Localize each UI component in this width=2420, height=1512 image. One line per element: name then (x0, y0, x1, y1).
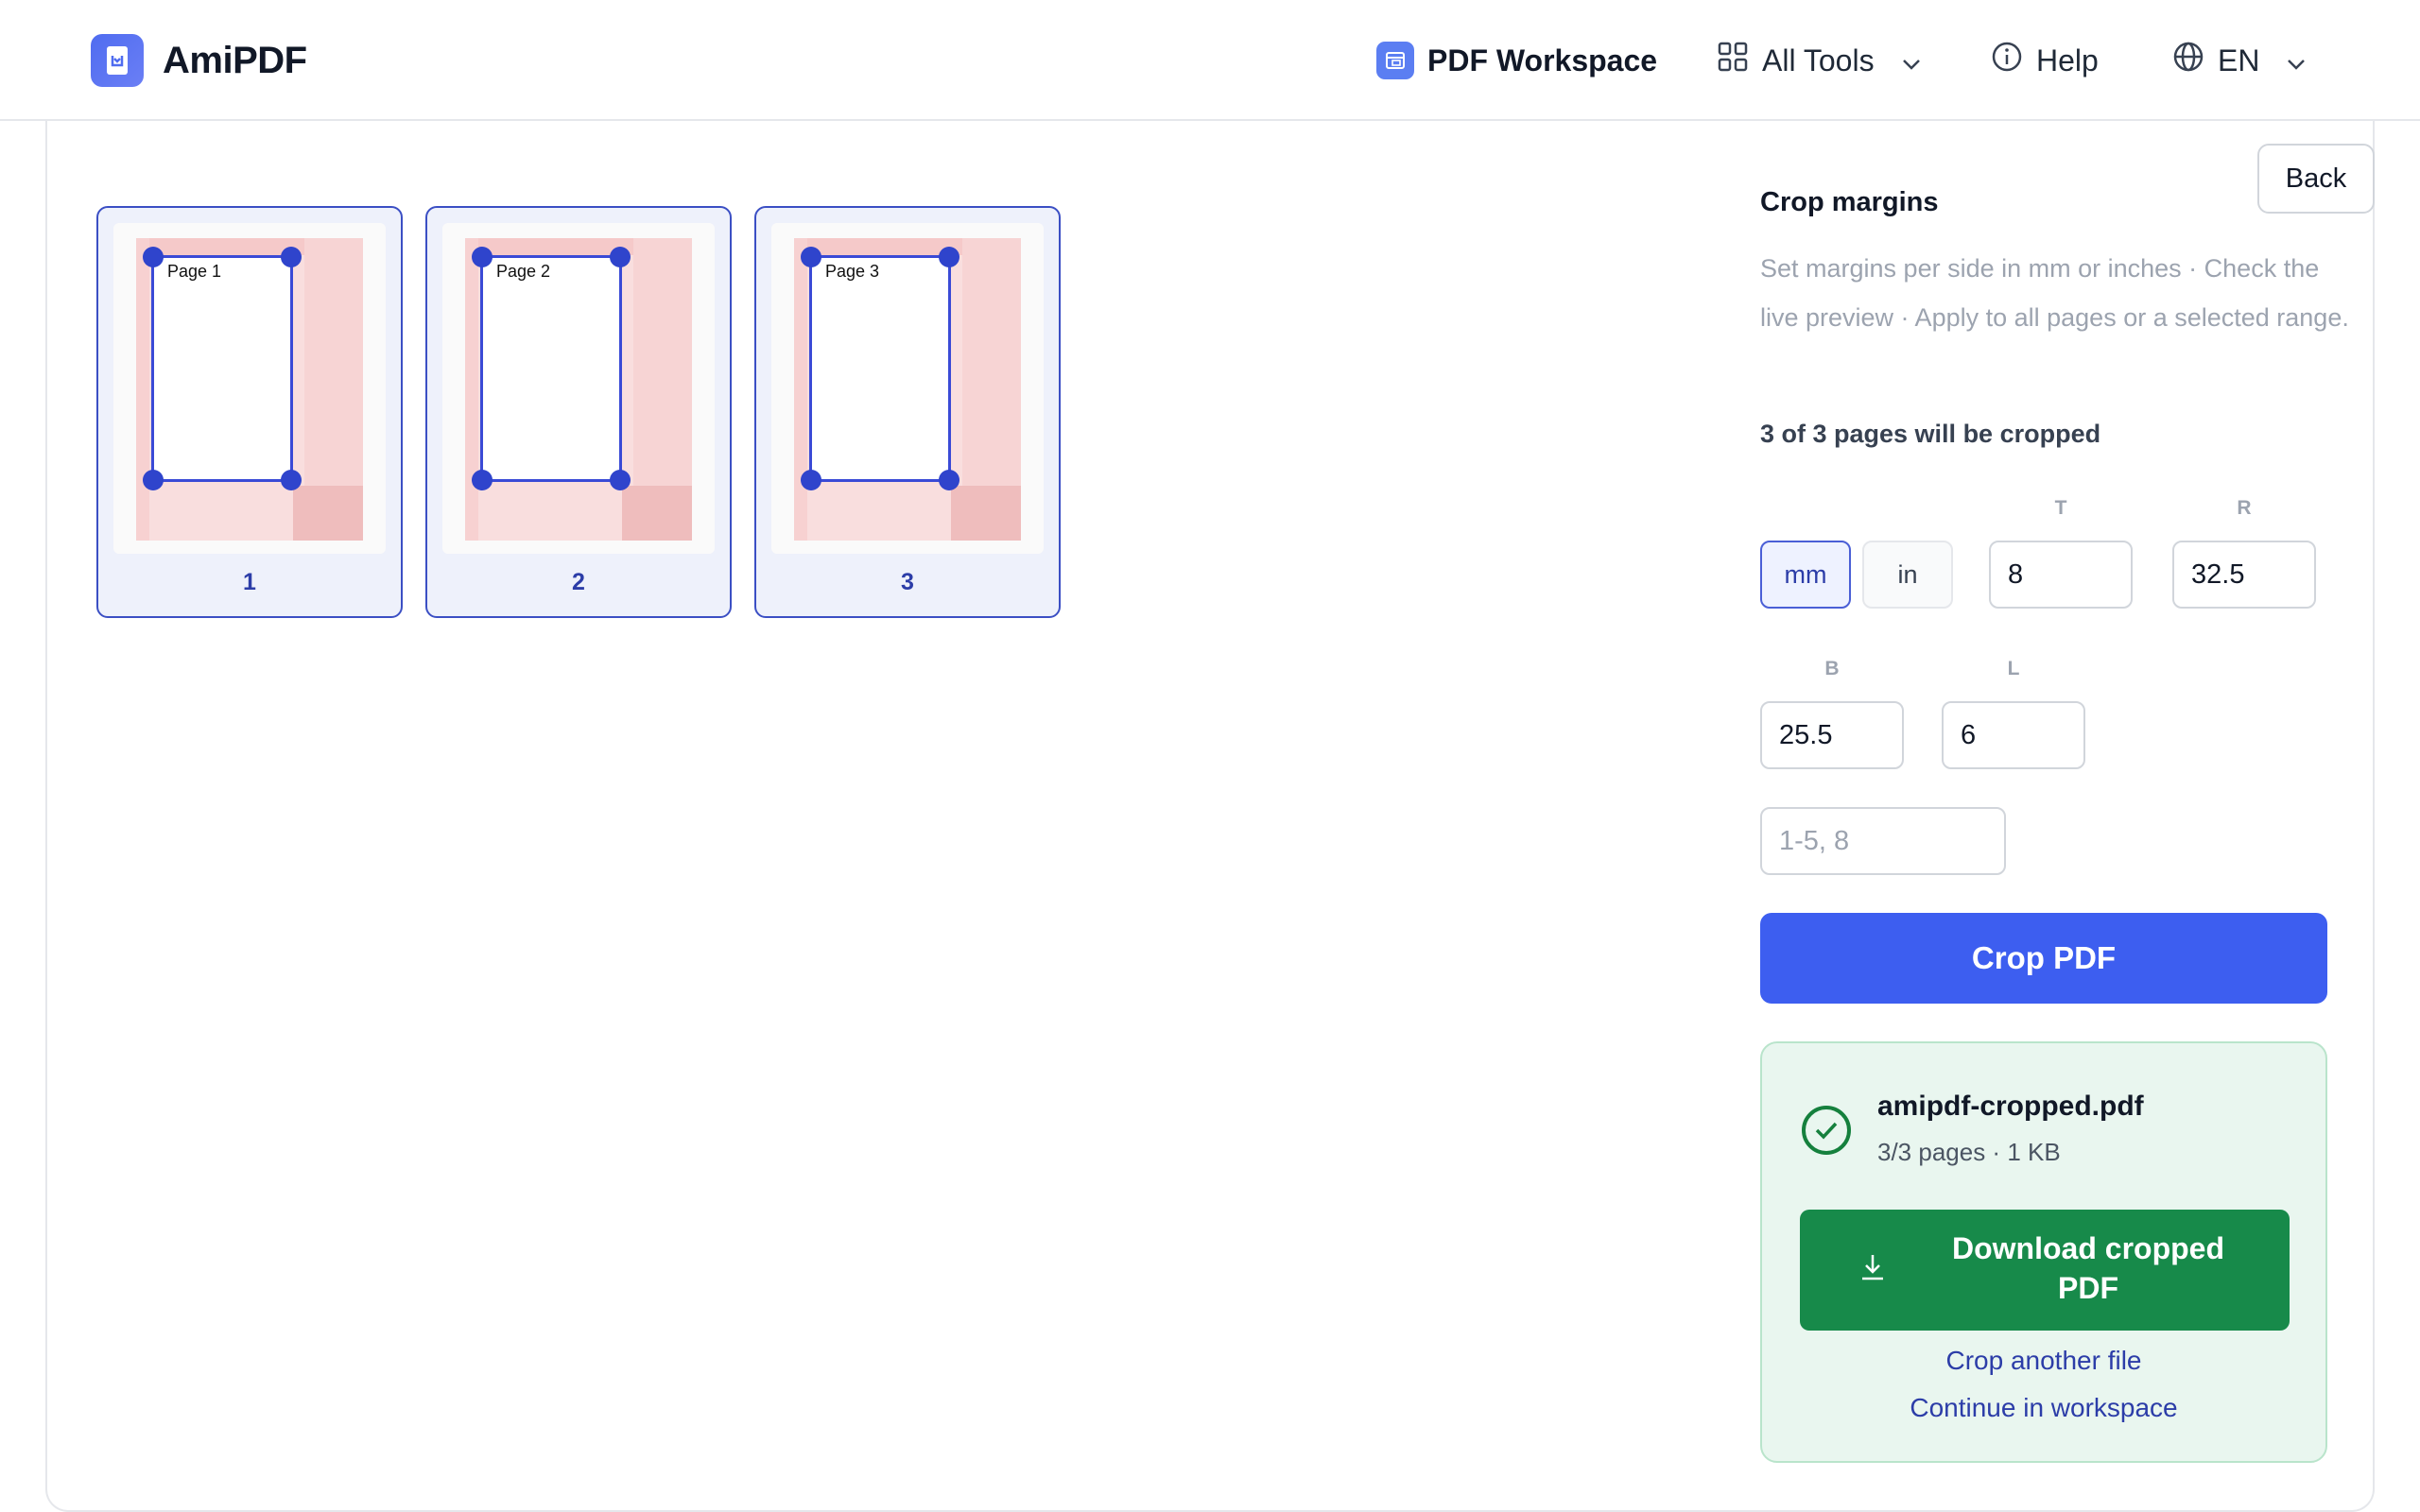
result-meta: 3/3 pages · 1 KB (1877, 1138, 2061, 1166)
thumbnail-number: 3 (901, 569, 914, 595)
crop-handle[interactable] (281, 247, 302, 267)
download-label: Download cropped PDF (1952, 1231, 2224, 1305)
page-preview: Page 2 (465, 238, 692, 541)
crop-handle[interactable] (801, 247, 821, 267)
top-header: AmiPDF PDF Workspace All Tools Help EN (0, 0, 2420, 121)
language-selector[interactable]: EN (2172, 34, 2307, 87)
thumbnail-number: 2 (572, 569, 585, 595)
crop-handle[interactable] (281, 470, 302, 490)
crop-handle[interactable] (610, 247, 631, 267)
unit-mm-button[interactable]: mm (1760, 541, 1851, 609)
download-button[interactable]: Download cropped PDF (1800, 1210, 2290, 1331)
page-thumbnail[interactable]: Page 3 3 (754, 206, 1061, 618)
page-preview: Page 1 (136, 238, 363, 541)
download-icon (1857, 1251, 1889, 1288)
chevron-down-icon (2286, 43, 2307, 78)
page-thumbnail[interactable]: Page 2 2 (425, 206, 732, 618)
crop-pdf-button[interactable]: Crop PDF (1760, 913, 2327, 1004)
language-label: EN (2218, 43, 2260, 77)
grid-icon (1717, 41, 1749, 80)
top-margin-label: T (2054, 497, 2067, 519)
crop-handle[interactable] (801, 470, 821, 490)
crop-another-link[interactable]: Crop another file (1762, 1346, 2325, 1376)
nav-workspace-label: PDF Workspace (1427, 43, 1658, 77)
amipdf-logo-icon (91, 34, 144, 87)
top-margin-input[interactable]: 8 (1989, 541, 2133, 609)
page-range-input[interactable]: 1-5, 8 (1760, 807, 2006, 875)
nav-all-tools-label: All Tools (1762, 43, 1875, 77)
crop-box[interactable]: Page 1 (143, 247, 302, 490)
thumbnail-canvas: Page 1 (113, 223, 386, 554)
page-label: Page 3 (825, 262, 880, 281)
page-preview: Page 3 (794, 238, 1021, 541)
nav-all-tools[interactable]: All Tools (1717, 34, 1922, 87)
page-thumbnail[interactable]: Page 1 1 (96, 206, 403, 618)
nav-pdf-workspace[interactable]: PDF Workspace (1376, 34, 1657, 87)
left-margin-label: L (2007, 658, 2020, 679)
crop-box[interactable]: Page 3 (801, 247, 959, 490)
unit-in-button[interactable]: in (1862, 541, 1953, 609)
result-filename: amipdf-cropped.pdf (1877, 1091, 2144, 1122)
nav-help-label: Help (2036, 43, 2099, 77)
right-margin-input[interactable]: 32.5 (2172, 541, 2316, 609)
globe-icon (2172, 41, 2204, 80)
back-button[interactable]: Back (2257, 144, 2375, 214)
crop-handle[interactable] (472, 247, 493, 267)
brand-name: AmiPDF (163, 39, 307, 81)
workspace-icon (1376, 42, 1414, 79)
crop-handle[interactable] (610, 470, 631, 490)
chevron-down-icon (1901, 43, 1922, 78)
thumbnail-canvas: Page 2 (442, 223, 715, 554)
thumbnail-canvas: Page 3 (771, 223, 1044, 554)
page-label: Page 1 (167, 262, 222, 281)
nav-help[interactable]: Help (1991, 34, 2099, 87)
left-margin-input[interactable]: 6 (1942, 701, 2085, 769)
crop-margins-description: Set margins per side in mm or inches · C… (1760, 254, 2349, 332)
crop-page-count: 3 of 3 pages will be cropped (1760, 420, 2101, 448)
crop-handle[interactable] (939, 470, 959, 490)
bottom-margin-label: B (1824, 658, 1840, 679)
crop-handle[interactable] (472, 470, 493, 490)
bottom-margin-input[interactable]: 25.5 (1760, 701, 1904, 769)
info-icon (1991, 41, 2023, 80)
brand[interactable]: AmiPDF (91, 34, 307, 87)
check-circle-icon (1802, 1106, 1851, 1155)
crop-box[interactable]: Page 2 (472, 247, 631, 490)
right-margin-label: R (2237, 497, 2252, 519)
crop-handle[interactable] (143, 247, 164, 267)
crop-handle[interactable] (939, 247, 959, 267)
continue-workspace-link[interactable]: Continue in workspace (1762, 1393, 2325, 1423)
crop-margins-title: Crop margins (1760, 187, 1939, 217)
page-label: Page 2 (496, 262, 551, 281)
result-card: amipdf-cropped.pdf 3/3 pages · 1 KB Down… (1760, 1041, 2327, 1463)
thumbnail-number: 1 (243, 569, 256, 595)
crop-handle[interactable] (143, 470, 164, 490)
